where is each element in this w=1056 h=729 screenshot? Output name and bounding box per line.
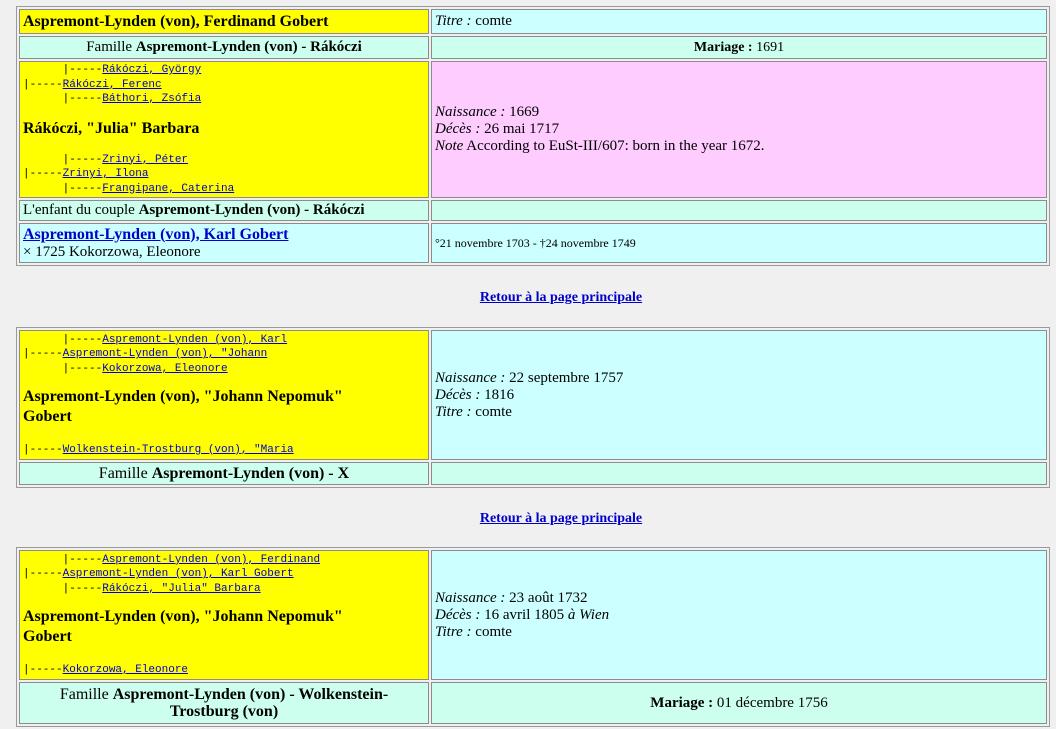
ancestor-line: |-----Zrinyi, Ilona	[23, 168, 149, 180]
famille-prefix: Famille	[86, 39, 133, 55]
ancestor-line: |-----Aspremont-Lynden (von), Karl	[23, 333, 288, 346]
titre-cell: Titre : comte	[431, 9, 1047, 34]
mariage-label: Mariage :	[693, 40, 753, 55]
enfant-cell: L'enfant du couple Aspremont-Lynden (von…	[19, 200, 429, 221]
naissance-line: Naissance : 22 septembre 1757	[435, 369, 624, 386]
person-name: Aspremont-Lynden (von), "Johann Nepomuk"…	[23, 388, 343, 426]
deces-line: Décès : 1816	[435, 386, 515, 403]
famille-prefix: Famille	[59, 686, 109, 703]
ancestor-line: |-----Rákóczi, "Julia" Barbara	[23, 582, 261, 595]
ancestor-line: |-----Rákóczi, Ferenc	[23, 78, 162, 91]
famille-cell: Famille Aspremont-Lynden (von) - X	[19, 462, 429, 485]
enfant-empty-cell	[431, 200, 1047, 221]
return-link-container: Retour à la page principale	[0, 290, 1056, 306]
ancestor-link[interactable]: Wolkenstein-Trostburg (von), "Maria	[63, 444, 294, 456]
mariage-value: 1691	[756, 40, 785, 55]
person-tree-cell: |-----Aspremont-Lynden (von), Ferdinand …	[19, 550, 429, 680]
ancestor-line: |-----Kokorzowa, Eleonore	[23, 362, 228, 375]
ancestor-line: |-----Wolkenstein-Trostburg (von), "Mari…	[23, 443, 294, 456]
ancestor-link[interactable]: Aspremont-Lynden (von), Karl Gobert	[63, 568, 294, 580]
naissance-line: Naissance : 1669	[435, 104, 540, 120]
ancestor-link[interactable]: Kokorzowa, Eleonore	[102, 363, 227, 375]
note-line: Note According to EuSt-III/607: born in …	[435, 138, 765, 154]
famille-prefix: Famille	[98, 465, 148, 482]
titre-line: Titre : comte	[435, 623, 512, 640]
person-name: Aspremont-Lynden (von), Ferdinand Gobert	[23, 12, 329, 30]
ancestor-link[interactable]: Rákóczi, "Julia" Barbara	[102, 583, 260, 595]
famille-empty-cell	[431, 462, 1047, 485]
family-table-3: |-----Aspremont-Lynden (von), Ferdinand …	[16, 547, 1050, 727]
return-main-page-link[interactable]: Retour à la page principale	[480, 290, 642, 305]
family-table-2: |-----Aspremont-Lynden (von), Karl |----…	[16, 327, 1050, 488]
mariage-label: Mariage :	[650, 694, 714, 711]
person-tree-cell: |-----Aspremont-Lynden (von), Karl |----…	[19, 330, 429, 460]
spouse-name: Rákóczi, "Julia" Barbara	[23, 119, 200, 137]
spouse-info-cell: Naissance : 1669 Décès : 26 mai 1717 Not…	[431, 61, 1047, 198]
child-cell: Aspremont-Lynden (von), Karl Gobert × 17…	[19, 223, 429, 263]
ancestor-link[interactable]: Rákóczi, György	[102, 64, 201, 76]
naissance-line: Naissance : 23 août 1732	[435, 589, 588, 606]
child-dates: °21 novembre 1703 - †24 novembre 1749	[431, 223, 1047, 263]
ancestor-link[interactable]: Báthori, Zsófia	[102, 93, 201, 105]
titre-line: Titre : comte	[435, 403, 512, 420]
titre-value: comte	[475, 13, 512, 29]
titre-label: Titre :	[435, 13, 472, 29]
ancestor-link[interactable]: Kokorzowa, Eleonore	[63, 664, 188, 676]
ancestor-link[interactable]: Aspremont-Lynden (von), "Johann	[63, 348, 268, 360]
ancestor-line: |-----Báthori, Zsófia	[23, 93, 202, 105]
person-name-cell: Aspremont-Lynden (von), Ferdinand Gobert	[19, 9, 429, 34]
ancestor-line: |-----Kokorzowa, Eleonore	[23, 663, 189, 676]
spouse-tree-cell: |-----Rákóczi, György |-----Rákóczi, Fer…	[19, 61, 429, 198]
ancestor-link[interactable]: Frangipane, Caterina	[102, 183, 234, 195]
person-info-cell: Naissance : 23 août 1732 Décès : 16 avri…	[431, 550, 1047, 680]
ancestor-link[interactable]: Aspremont-Lynden (von), Karl	[102, 334, 287, 346]
mariage-cell: Mariage : 1691	[431, 36, 1047, 59]
famille-cell: Famille Aspremont-Lynden (von) - Wolkens…	[19, 682, 429, 724]
ancestor-link[interactable]: Rákóczi, Ferenc	[63, 79, 162, 91]
famille-cell: Famille Aspremont-Lynden (von) - Rákóczi	[19, 36, 429, 59]
famille-name: Aspremont-Lynden (von) - Wolkenstein-Tro…	[112, 686, 389, 720]
famille-name: Aspremont-Lynden (von) - X	[151, 465, 350, 482]
enfant-couple: Aspremont-Lynden (von) - Rákóczi	[138, 202, 365, 218]
mariage-value: 01 décembre 1756	[716, 694, 828, 711]
ancestor-line: |-----Zrinyi, Péter	[23, 153, 189, 166]
ancestor-line: |-----Aspremont-Lynden (von), "Johann	[23, 348, 268, 361]
ancestor-line: |-----Aspremont-Lynden (von), Ferdinand	[23, 553, 321, 566]
family-table-1: Aspremont-Lynden (von), Ferdinand Gobert…	[16, 6, 1050, 266]
enfant-prefix: L'enfant du couple	[23, 202, 135, 218]
deces-line: Décès : 16 avril 1805 à Wien	[435, 606, 610, 623]
famille-name: Aspremont-Lynden (von) - Rákóczi	[135, 39, 362, 55]
ancestor-link[interactable]: Aspremont-Lynden (von), Ferdinand	[102, 554, 320, 566]
return-main-page-link[interactable]: Retour à la page principale	[480, 511, 642, 526]
ancestor-line: |-----Rákóczi, György	[23, 64, 202, 76]
ancestor-link[interactable]: Zrinyi, Ilona	[63, 168, 149, 180]
deces-line: Décès : 26 mai 1717	[435, 121, 560, 137]
ancestor-line: |-----Frangipane, Caterina	[23, 182, 235, 195]
child-marriage: × 1725 Kokorzowa, Eleonore	[23, 243, 201, 260]
person-name: Aspremont-Lynden (von), "Johann Nepomuk"…	[23, 608, 343, 646]
return-link-container: Retour à la page principale	[0, 511, 1056, 527]
child-link[interactable]: Aspremont-Lynden (von), Karl Gobert	[23, 226, 288, 243]
ancestor-link[interactable]: Zrinyi, Péter	[102, 154, 188, 166]
person-info-cell: Naissance : 22 septembre 1757 Décès : 18…	[431, 330, 1047, 460]
mariage-cell: Mariage : 01 décembre 1756	[431, 682, 1047, 724]
ancestor-line: |-----Aspremont-Lynden (von), Karl Gober…	[23, 568, 294, 581]
